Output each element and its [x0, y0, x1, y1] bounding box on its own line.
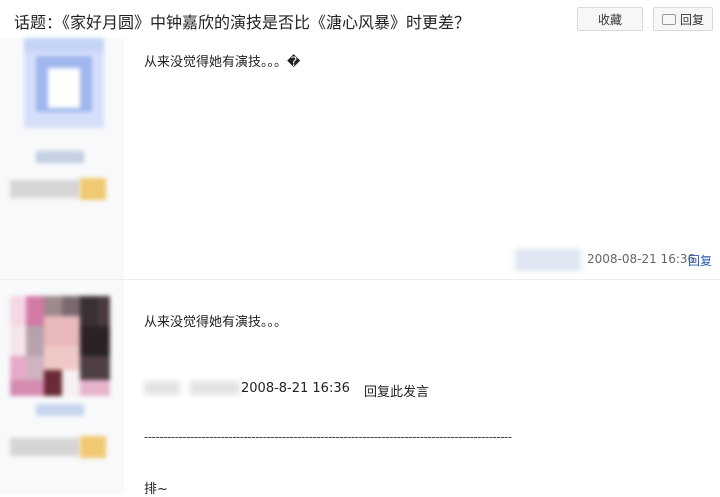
quote-divider: ----------------------------------------…	[144, 430, 512, 444]
post: 从来没觉得她有演技。。。� 2008-08-21 16:36 回复	[0, 38, 720, 280]
topic-header: 话题：《家好月圆》中钟嘉欣的演技是否比《溏心风暴》时更差？ 收藏 回复	[0, 0, 720, 39]
user-level-badge	[10, 180, 80, 198]
quote-timestamp: 2008-8-21 16:36	[241, 381, 350, 396]
post-content: 从来没觉得她有演技。。。	[144, 315, 288, 330]
topic-title: 话题：《家好月圆》中钟嘉欣的演技是否比《溏心风暴》时更差？	[14, 13, 471, 32]
user-info	[0, 38, 124, 279]
avatar[interactable]	[10, 296, 110, 396]
comment-icon	[661, 14, 676, 25]
user-level-badge	[10, 438, 80, 456]
quote-author-blurred	[190, 381, 240, 395]
post: 从来没觉得她有演技。。。 2008-8-21 16:36 回复此发言 -----…	[0, 280, 720, 497]
user-level-badge-icon	[80, 436, 106, 458]
username-blurred[interactable]	[36, 404, 84, 416]
post-reply-link[interactable]: 回复	[688, 252, 712, 269]
post-content: 从来没觉得她有演技。。。�	[144, 55, 301, 70]
user-info	[0, 280, 124, 494]
quote-author-blurred	[144, 381, 180, 395]
quote-reply-link[interactable]: 回复此发言	[364, 381, 429, 400]
post-body: 排~	[144, 482, 168, 497]
reply-button-label: 回复	[679, 13, 704, 27]
post-timestamp: 2008-08-21 16:36	[587, 252, 696, 266]
user-level-badge-icon	[80, 178, 106, 200]
reply-button[interactable]: 回复	[653, 7, 713, 31]
post-author-blurred[interactable]	[515, 249, 581, 271]
favorite-button[interactable]: 收藏	[577, 7, 643, 31]
username-blurred[interactable]	[36, 151, 84, 163]
avatar[interactable]	[24, 38, 104, 128]
